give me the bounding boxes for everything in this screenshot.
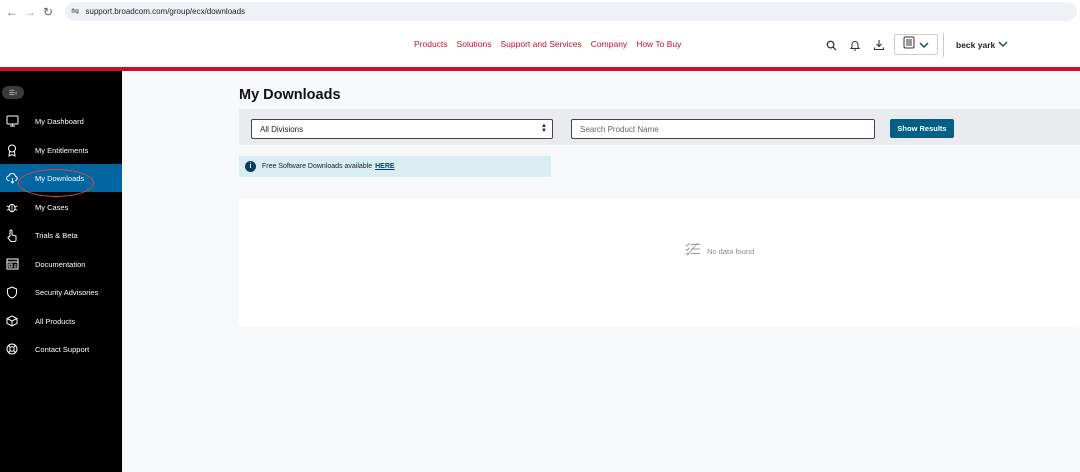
back-arrow-icon[interactable]: ←	[3, 3, 21, 21]
results-panel: No data found	[239, 198, 1080, 326]
app-switcher-button[interactable]	[894, 34, 938, 55]
hand-pointer-icon	[5, 228, 19, 242]
shield-icon	[5, 285, 19, 299]
sidebar-item-my-downloads[interactable]: My Downloads	[0, 164, 122, 197]
sidebar-collapse-button[interactable]: ☰‹	[2, 86, 24, 99]
sidebar-item-my-dashboard[interactable]: My Dashboard	[0, 107, 122, 135]
sidebar: ☰‹ My Dashboard My Entitlements My Downl…	[0, 71, 122, 472]
empty-state-text: No data found	[707, 247, 755, 256]
chevron-down-icon	[919, 36, 929, 54]
address-bar[interactable]: ⇋ support.broadcom.com/group/ecx/downloa…	[65, 2, 1077, 21]
browser-toolbar: ← → ↻ ⇋ support.broadcom.com/group/ecx/d…	[0, 0, 1080, 23]
info-icon: i	[245, 161, 256, 172]
info-banner: i Free Software Downloads available HERE	[239, 156, 551, 177]
sidebar-item-label: Security Advisories	[35, 287, 99, 297]
user-menu[interactable]: beck yark	[956, 40, 1008, 50]
nav-products[interactable]: Products	[414, 39, 448, 49]
nav-how-to-buy[interactable]: How To Buy	[636, 39, 681, 49]
chevron-down-icon	[998, 40, 1008, 50]
sidebar-item-my-entitlements[interactable]: My Entitlements	[0, 136, 122, 164]
sidebar-item-label: Documentation	[35, 259, 86, 269]
bug-icon	[5, 200, 19, 214]
sidebar-item-documentation[interactable]: Documentation	[0, 250, 122, 278]
book-icon	[5, 257, 19, 271]
division-select-value: All Divisions	[260, 124, 304, 134]
grid-menu-icon	[903, 36, 915, 54]
monitor-icon	[5, 114, 19, 128]
award-icon	[5, 143, 19, 157]
sidebar-item-contact-support[interactable]: Contact Support	[0, 335, 122, 363]
cloud-download-icon	[5, 171, 19, 185]
cube-icon	[5, 314, 19, 328]
search-icon[interactable]	[824, 38, 838, 52]
header-divider	[943, 33, 944, 57]
nav-solutions[interactable]: Solutions	[457, 39, 492, 49]
page-title: My Downloads	[239, 87, 341, 103]
checklist-icon	[685, 242, 701, 261]
main-content: My Downloads All Divisions ▲▼ Show Resul…	[122, 71, 1080, 472]
reload-icon[interactable]: ↻	[39, 3, 57, 21]
info-text: Free Software Downloads available	[262, 163, 373, 170]
url-text: support.broadcom.com/group/ecx/downloads	[85, 7, 246, 16]
main-nav: Products Solutions Support and Services …	[414, 39, 681, 49]
empty-state: No data found	[685, 242, 754, 261]
product-search-input[interactable]	[571, 119, 875, 139]
filter-bar: All Divisions ▲▼ Show Results	[239, 109, 1080, 145]
sidebar-item-security-advisories[interactable]: Security Advisories	[0, 278, 122, 306]
sidebar-item-label: Contact Support	[35, 344, 90, 354]
sidebar-item-label: My Entitlements	[35, 145, 89, 155]
bell-icon[interactable]	[848, 38, 862, 52]
sidebar-item-label: Trials & Beta	[35, 230, 78, 240]
division-select[interactable]: All Divisions ▲ ▼	[251, 119, 553, 139]
forward-arrow-icon[interactable]: →	[21, 3, 39, 21]
user-name: beck yark	[956, 40, 996, 50]
show-results-button[interactable]: Show Results	[890, 119, 954, 138]
lifebuoy-icon	[5, 342, 19, 356]
nav-company[interactable]: Company	[591, 39, 627, 49]
select-arrows-icon: ▲ ▼	[541, 123, 547, 134]
free-downloads-link[interactable]: HERE	[375, 163, 394, 170]
sidebar-item-label: My Cases	[35, 202, 69, 212]
header-icons	[824, 38, 886, 52]
site-settings-icon[interactable]: ⇋	[71, 6, 79, 17]
sidebar-item-label: My Dashboard	[35, 116, 84, 126]
nav-support-services[interactable]: Support and Services	[501, 39, 582, 49]
sidebar-item-all-products[interactable]: All Products	[0, 307, 122, 335]
sidebar-item-trials-beta[interactable]: Trials & Beta	[0, 221, 122, 249]
download-icon[interactable]	[872, 38, 886, 52]
site-header: Products Solutions Support and Services …	[0, 23, 1080, 67]
sidebar-item-my-cases[interactable]: My Cases	[0, 193, 122, 221]
sidebar-item-label: All Products	[35, 316, 76, 326]
